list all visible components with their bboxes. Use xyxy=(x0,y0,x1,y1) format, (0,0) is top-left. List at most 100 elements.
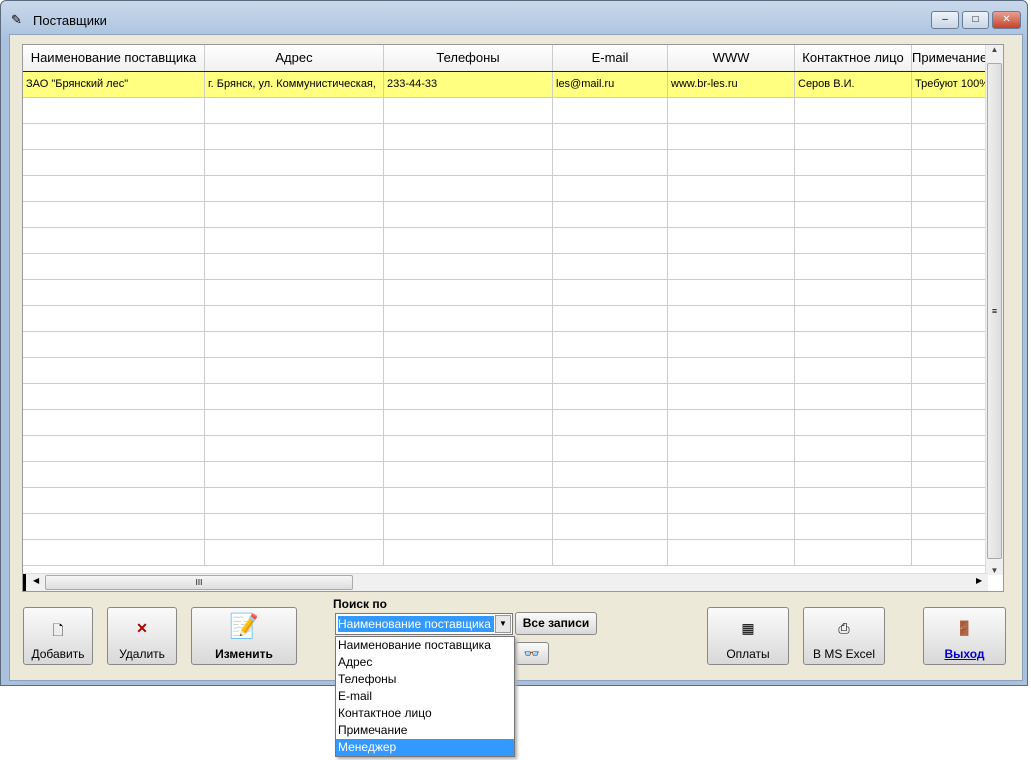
table-row[interactable] xyxy=(23,540,988,566)
add-button[interactable]: 🗋 Добавить xyxy=(23,607,93,665)
table-row[interactable] xyxy=(23,332,988,358)
table-cell: Требуют 100% xyxy=(912,72,988,97)
table-cell xyxy=(553,254,668,279)
table-cell xyxy=(668,514,795,539)
column-header[interactable]: Телефоны xyxy=(384,45,553,71)
table-cell xyxy=(23,384,205,409)
table-cell xyxy=(668,540,795,565)
column-header[interactable]: E-mail xyxy=(553,45,668,71)
column-header[interactable]: Наименование поставщика xyxy=(23,45,205,71)
table-row[interactable] xyxy=(23,124,988,150)
exit-button[interactable]: 🚪 Выход xyxy=(923,607,1006,665)
table-cell xyxy=(384,436,553,461)
delete-x-icon: ✕ xyxy=(136,620,148,636)
table-row[interactable] xyxy=(23,202,988,228)
table-cell xyxy=(795,254,912,279)
table-cell xyxy=(553,306,668,331)
table-cell xyxy=(912,228,988,253)
scrollbar-thumb[interactable]: ≡ xyxy=(987,63,1002,559)
table-row[interactable] xyxy=(23,436,988,462)
search-field-select[interactable]: Наименование поставщика ▼ xyxy=(335,613,513,635)
table-cell xyxy=(668,436,795,461)
table-row[interactable] xyxy=(23,280,988,306)
table-cell xyxy=(795,202,912,227)
table-row[interactable] xyxy=(23,514,988,540)
table-row[interactable] xyxy=(23,176,988,202)
table-cell xyxy=(795,124,912,149)
table-row[interactable] xyxy=(23,488,988,514)
table-cell xyxy=(23,150,205,175)
dropdown-option[interactable]: E-mail xyxy=(336,688,514,705)
table-cell: 233-44-33 xyxy=(384,72,553,97)
vertical-scrollbar[interactable]: ▲ ≡ ▼ xyxy=(985,45,1003,575)
search-field-dropdown-list[interactable]: Наименование поставщика Адрес Телефоны E-ma… xyxy=(335,636,515,757)
table-cell xyxy=(912,488,988,513)
dropdown-option[interactable]: Телефоны xyxy=(336,671,514,688)
minimize-button[interactable]: – xyxy=(931,11,959,29)
dropdown-option[interactable]: Адрес xyxy=(336,654,514,671)
table-cell xyxy=(668,488,795,513)
hscroll-thumb[interactable]: III xyxy=(45,575,353,590)
window-title: Поставщики xyxy=(33,13,107,28)
dropdown-option[interactable]: Примечание xyxy=(336,722,514,739)
table-cell xyxy=(205,124,384,149)
column-header[interactable]: Адрес xyxy=(205,45,384,71)
find-button[interactable]: 👓 xyxy=(515,642,549,665)
table-cell xyxy=(668,280,795,305)
table-cell xyxy=(23,306,205,331)
table-cell xyxy=(384,228,553,253)
all-records-button[interactable]: Все записи xyxy=(515,612,597,635)
chevron-down-icon[interactable]: ▼ xyxy=(495,615,511,633)
table-cell xyxy=(795,358,912,383)
table-cell xyxy=(668,98,795,123)
dropdown-option[interactable]: Наименование поставщика xyxy=(336,637,514,654)
dropdown-option[interactable]: Менеджер xyxy=(336,739,514,756)
maximize-button[interactable]: □ xyxy=(962,11,989,29)
table-cell xyxy=(795,280,912,305)
table-cell xyxy=(205,202,384,227)
table-cell xyxy=(553,384,668,409)
column-header[interactable]: Примечание xyxy=(912,45,988,71)
table-cell xyxy=(384,514,553,539)
table-cell xyxy=(23,514,205,539)
close-button[interactable]: ✕ xyxy=(992,11,1021,29)
table-row[interactable] xyxy=(23,306,988,332)
table-cell xyxy=(795,150,912,175)
table-cell xyxy=(384,488,553,513)
delete-button[interactable]: ✕ Удалить xyxy=(107,607,177,665)
table-cell xyxy=(668,228,795,253)
table-cell xyxy=(553,410,668,435)
table-cell xyxy=(384,254,553,279)
table-row[interactable] xyxy=(23,228,988,254)
column-header[interactable]: WWW xyxy=(668,45,795,71)
table-cell xyxy=(553,332,668,357)
table-row[interactable] xyxy=(23,254,988,280)
table-row[interactable] xyxy=(23,462,988,488)
table-cell xyxy=(553,150,668,175)
table-header: Наименование поставщика Адрес Телефоны E-ma… xyxy=(23,45,988,73)
edit-button[interactable]: 📝 Изменить xyxy=(191,607,297,665)
table-cell xyxy=(795,540,912,565)
table-row[interactable] xyxy=(23,384,988,410)
column-header[interactable]: Контактное лицо xyxy=(795,45,912,71)
horizontal-scrollbar[interactable]: ◀ III ▶ xyxy=(23,573,988,591)
suppliers-table[interactable]: Наименование поставщика Адрес Телефоны E-ma… xyxy=(22,44,1004,592)
table-row[interactable] xyxy=(23,410,988,436)
table-cell xyxy=(553,436,668,461)
table-cell xyxy=(912,358,988,383)
table-row[interactable]: ЗАО "Брянский лес" г. Брянск, ул. Коммуни… xyxy=(23,72,988,98)
table-cell xyxy=(205,254,384,279)
table-cell xyxy=(912,98,988,123)
table-icon: ▦ xyxy=(741,620,755,636)
table-cell xyxy=(23,358,205,383)
table-row[interactable] xyxy=(23,358,988,384)
export-excel-button[interactable]: ⎙ В MS Excel xyxy=(803,607,885,665)
table-row[interactable] xyxy=(23,150,988,176)
table-cell xyxy=(384,176,553,201)
payments-button[interactable]: ▦ Оплаты xyxy=(707,607,789,665)
table-cell xyxy=(668,124,795,149)
table-row[interactable] xyxy=(23,98,988,124)
table-cell xyxy=(384,540,553,565)
table-cell xyxy=(553,98,668,123)
dropdown-option[interactable]: Контактное лицо xyxy=(336,705,514,722)
